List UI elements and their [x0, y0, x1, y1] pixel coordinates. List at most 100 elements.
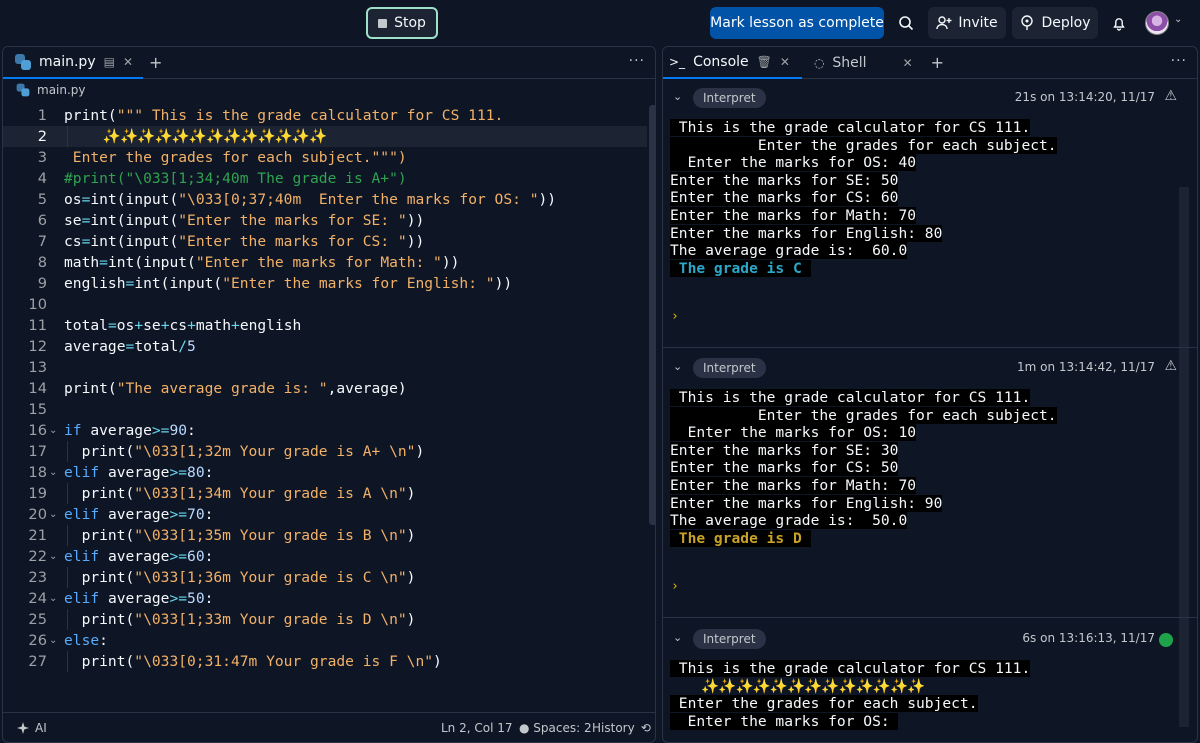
trash-icon[interactable]: 🗑 [757, 55, 772, 69]
output-line: Enter the marks for OS: 40 [670, 154, 917, 172]
line-number: 20 [28, 506, 47, 523]
code-line[interactable]: 27 print("\033[0;31:47m Your grade is F … [3, 651, 647, 672]
search-button[interactable] [892, 7, 920, 39]
fold-chevron-icon[interactable]: ⌄ [49, 462, 57, 483]
breadcrumb-file[interactable]: main.py [37, 83, 86, 97]
code-line[interactable]: 25 print("\033[1;33m Your grade is D \n"… [3, 609, 647, 630]
fold-chevron-icon[interactable]: ⌄ [49, 504, 57, 525]
code-line[interactable]: 17 print("\033[1;32m Your grade is A+ \n… [3, 441, 647, 462]
run-header[interactable]: ⌄ Interpret 6s on 13:16:13, 11/17 [663, 624, 1197, 654]
code-line[interactable]: 24 ⌄ elif average>=50: [3, 588, 647, 609]
invite-label: Invite [958, 15, 998, 31]
code-line[interactable]: 12 average=total/5 [3, 336, 647, 357]
tab-main-py[interactable]: main.py ▤ ✕ [3, 47, 144, 79]
code-text: print("\033[1;34m Your grade is A \n") [64, 485, 416, 502]
line-number: 2 [37, 128, 47, 145]
code-line[interactable]: 3 Enter the grades for each subject.""") [3, 147, 647, 168]
output-line: This is the grade calculator for CS 111. [670, 119, 1031, 136]
invite-button[interactable]: Invite [928, 7, 1006, 39]
output-line: Enter the marks for CS: 50 [670, 459, 899, 477]
indent-setting[interactable]: ● Spaces: 2 [519, 721, 592, 735]
code-text: if average>=90: [64, 422, 196, 439]
deploy-button[interactable]: Deploy [1012, 7, 1098, 39]
prompt-icon: › [671, 309, 679, 324]
code-text: os=int(input("\033[0;37;40m Enter the ma… [64, 191, 557, 208]
notifications-button[interactable] [1106, 7, 1132, 39]
tab-shell[interactable]: ◌ Shell ✕ [802, 47, 925, 79]
line-number: 27 [28, 653, 47, 670]
tab-label: main.py [39, 53, 96, 70]
code-line[interactable]: 4 #print("\033[1;34;40m The grade is A+") [3, 168, 647, 189]
history-button[interactable]: History ⟲ [592, 721, 651, 735]
code-line[interactable]: 14 print("The average grade is: ",average… [3, 378, 647, 399]
code-line[interactable]: 9 english=int(input("Enter the marks for … [3, 273, 647, 294]
code-line[interactable]: 1 print(""" This is the grade calculator … [3, 105, 647, 126]
close-icon[interactable]: ✕ [903, 56, 913, 70]
line-number: 4 [37, 170, 47, 187]
status-bar: AI Ln 2, Col 17 ● Spaces: 2 History ⟲ [3, 712, 655, 742]
code-text: english=int(input("Enter the marks for E… [64, 275, 513, 292]
fold-chevron-icon[interactable]: ⌄ [49, 588, 57, 609]
code-line[interactable]: 2 ✨✨✨✨✨✨✨✨✨✨✨✨✨ [3, 126, 647, 147]
ai-button[interactable]: AI [17, 721, 47, 735]
tab-console[interactable]: >_ Console 🗑 ✕ [663, 47, 802, 79]
avatar [1145, 11, 1169, 35]
code-line[interactable]: 19 print("\033[1;34m Your grade is A \n"… [3, 483, 647, 504]
output-line: This is the grade calculator for CS 111. [670, 660, 1031, 677]
run-output: This is the grade calculator for CS 111.… [670, 389, 1057, 547]
code-line[interactable]: 11 total=os+se+cs+math+english [3, 315, 647, 336]
run-output: This is the grade calculator for CS 111.… [670, 660, 1031, 730]
add-tab-button[interactable]: + [149, 53, 162, 72]
code-line[interactable]: 21 print("\033[1;35m Your grade is B \n"… [3, 525, 647, 546]
code-line[interactable]: 8 math=int(input("Enter the marks for Mat… [3, 252, 647, 273]
code-editor[interactable]: 1 print(""" This is the grade calculator … [3, 105, 655, 705]
fold-chevron-icon[interactable]: ⌄ [49, 630, 57, 651]
fold-chevron-icon[interactable]: ⌄ [49, 420, 57, 441]
history-label: History [592, 721, 635, 735]
mark-lesson-complete-button[interactable]: Mark lesson as complete [710, 7, 884, 39]
line-number: 26 [28, 632, 47, 649]
code-line[interactable]: 7 cs=int(input("Enter the marks for CS: "… [3, 231, 647, 252]
code-text: print(""" This is the grade calculator f… [64, 107, 504, 124]
line-number: 23 [28, 569, 47, 586]
file-icon[interactable]: ▤ [104, 55, 115, 69]
code-line[interactable]: 6 se=int(input("Enter the marks for SE: "… [3, 210, 647, 231]
code-line[interactable]: 15 [3, 399, 647, 420]
chevron-down-icon[interactable]: ⌄ [673, 90, 682, 103]
code-line[interactable]: 18 ⌄ elif average>=80: [3, 462, 647, 483]
chevron-down-icon: ⌄ [1174, 14, 1183, 25]
code-text: elif average>=80: [64, 464, 214, 481]
chevron-down-icon[interactable]: ⌄ [673, 631, 682, 644]
python-icon [16, 83, 30, 97]
code-line[interactable]: 22 ⌄ elif average>=60: [3, 546, 647, 567]
tab-shell-label: Shell [832, 54, 867, 71]
more-options-icon[interactable]: ··· [629, 53, 645, 69]
output-line: Enter the marks for OS: 10 [670, 424, 917, 442]
code-line[interactable]: 23 print("\033[1;36m Your grade is C \n"… [3, 567, 647, 588]
tab-console-label: Console [693, 53, 749, 70]
editor-scrollbar[interactable] [649, 105, 655, 525]
account-menu-button[interactable] [1142, 7, 1172, 39]
more-options-icon[interactable]: ··· [1171, 53, 1187, 69]
output-line: Enter the marks for OS: [670, 712, 899, 730]
code-line[interactable]: 13 [3, 357, 647, 378]
close-icon[interactable]: ✕ [780, 55, 790, 69]
fold-chevron-icon[interactable]: ⌄ [49, 546, 57, 567]
code-line[interactable]: 26 ⌄ else: [3, 630, 647, 651]
add-tab-button[interactable]: + [931, 53, 944, 72]
chevron-down-icon[interactable]: ⌄ [673, 360, 682, 373]
cursor-position[interactable]: Ln 2, Col 17 [441, 721, 513, 735]
code-line[interactable]: 5 os=int(input("\033[0;37;40m Enter the m… [3, 189, 647, 210]
code-line[interactable]: 10 [3, 294, 647, 315]
running-status-icon [1159, 633, 1173, 647]
run-header[interactable]: ⌄ Interpret 1m on 13:14:42, 11/17 ⚠ [663, 353, 1197, 383]
code-text: print("\033[1;36m Your grade is C \n") [64, 569, 416, 586]
run-header[interactable]: ⌄ Interpret 21s on 13:14:20, 11/17 ⚠ [663, 83, 1197, 113]
code-line[interactable]: 16 ⌄ if average>=90: [3, 420, 647, 441]
line-number: 21 [28, 527, 47, 544]
stop-button[interactable]: Stop [366, 7, 438, 39]
code-line[interactable]: 20 ⌄ elif average>=70: [3, 504, 647, 525]
terminal-icon: >_ [669, 54, 686, 69]
close-icon[interactable]: ✕ [123, 55, 133, 69]
top-bar: Stop Mark lesson as complete Invite Depl… [0, 0, 1200, 46]
